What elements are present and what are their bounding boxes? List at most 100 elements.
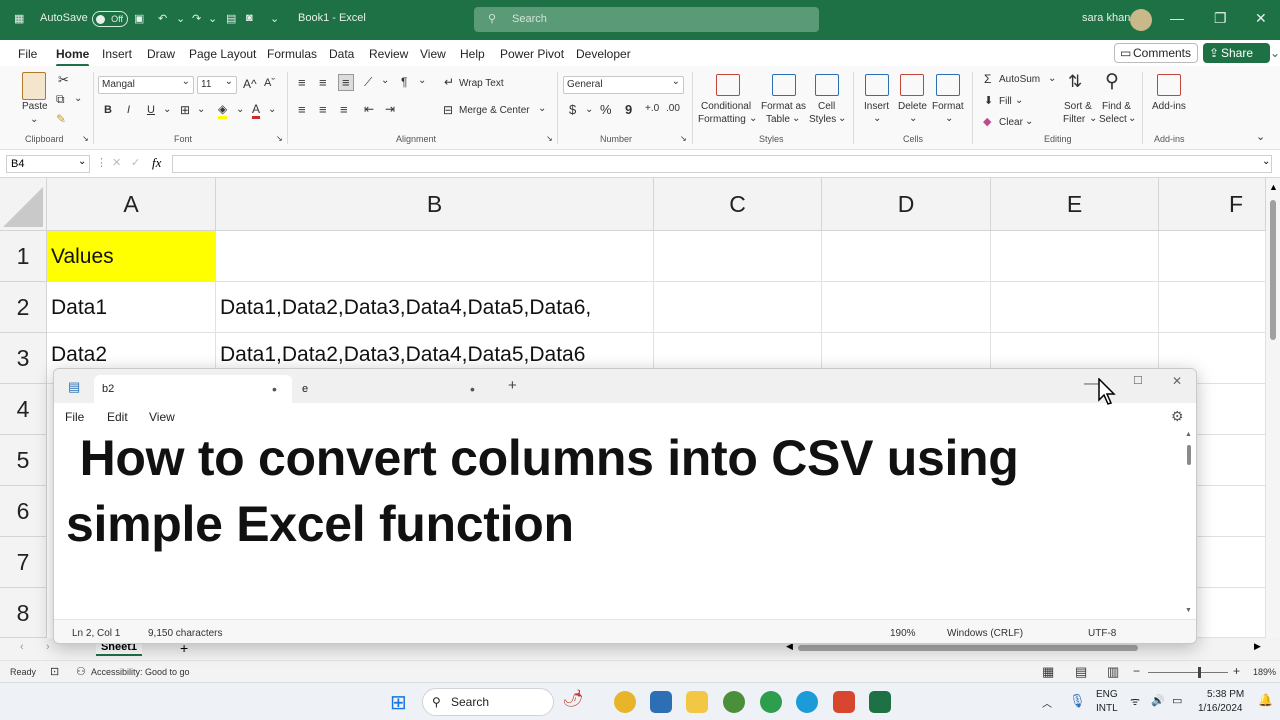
- tab-review[interactable]: Review: [369, 47, 408, 61]
- addins-icon[interactable]: [1157, 74, 1181, 96]
- next-sheet-icon[interactable]: ›: [46, 641, 50, 653]
- clear-button[interactable]: Clear: [999, 117, 1023, 128]
- cell-c2[interactable]: [654, 282, 822, 333]
- cell-f6[interactable]: [1197, 486, 1266, 537]
- conditional-formatting-button[interactable]: Conditional: [701, 101, 751, 112]
- conditional-dropdown-icon[interactable]: ⌄: [749, 113, 757, 124]
- column-header-d[interactable]: D: [822, 178, 991, 231]
- borders-icon[interactable]: ⊞: [180, 103, 190, 117]
- text-direction-icon[interactable]: ¶: [401, 75, 407, 89]
- fill-button[interactable]: Fill: [999, 96, 1012, 107]
- undo-dropdown-icon[interactable]: ⌄: [176, 12, 185, 25]
- format-as-table-icon[interactable]: [772, 74, 796, 96]
- cell-d2[interactable]: [822, 282, 991, 333]
- increase-font-icon[interactable]: A^: [243, 77, 257, 91]
- find-select-button-line2[interactable]: Select: [1099, 114, 1127, 125]
- vertical-scroll-thumb[interactable]: [1270, 200, 1276, 340]
- format-cells-button[interactable]: Format: [932, 101, 964, 112]
- tab-insert[interactable]: Insert: [102, 47, 132, 61]
- addins-button[interactable]: Add-ins: [1152, 101, 1186, 112]
- zoom-in-icon[interactable]: +: [1233, 664, 1240, 678]
- row-header-2[interactable]: 2: [0, 282, 47, 333]
- cell-styles-icon[interactable]: [815, 74, 839, 96]
- wifi-icon[interactable]: ᯤ: [1130, 694, 1140, 709]
- column-header-f[interactable]: F: [1159, 178, 1266, 231]
- zoom-level[interactable]: 189%: [1253, 667, 1276, 677]
- cell-styles-button-line2[interactable]: Styles: [809, 114, 836, 125]
- macro-record-icon[interactable]: ⊡: [50, 665, 59, 678]
- row-header-1[interactable]: 1: [0, 231, 47, 282]
- align-bottom-icon[interactable]: ≡: [338, 74, 354, 91]
- chrome-profile-icon[interactable]: [723, 691, 745, 713]
- column-header-b[interactable]: B: [216, 178, 654, 231]
- notepad-zoom[interactable]: 190%: [890, 628, 916, 639]
- paste-dropdown-icon[interactable]: ⌄: [30, 114, 38, 125]
- copy-icon[interactable]: ⧉: [56, 92, 65, 107]
- search-input[interactable]: ⚲ Search: [474, 7, 819, 32]
- cell-c1[interactable]: [654, 231, 822, 282]
- cell-d1[interactable]: [822, 231, 991, 282]
- underline-button[interactable]: U: [147, 104, 155, 116]
- currency-button[interactable]: $: [569, 102, 576, 117]
- notepad-close-icon[interactable]: ✕: [1172, 374, 1182, 388]
- redo-icon[interactable]: ↷: [192, 12, 201, 25]
- more-icon[interactable]: ⋮: [96, 156, 107, 169]
- decrease-font-icon[interactable]: Aˇ: [264, 77, 275, 89]
- user-name[interactable]: sara khan: [1082, 12, 1130, 24]
- accessibility-status[interactable]: Accessibility: Good to go: [91, 667, 190, 677]
- text-direction-dropdown-icon[interactable]: ⌄: [418, 75, 426, 86]
- cell-f4[interactable]: [1197, 384, 1266, 435]
- notepad-scroll-down-icon[interactable]: ▼: [1185, 607, 1192, 614]
- fill-color-dropdown-icon[interactable]: ⌄: [236, 104, 244, 115]
- recorder-app-icon[interactable]: [833, 691, 855, 713]
- find-select-button[interactable]: Find &: [1102, 101, 1131, 112]
- notepad-scroll-up-icon[interactable]: ▲: [1185, 431, 1192, 438]
- sort-filter-button-line2[interactable]: Filter: [1063, 114, 1085, 125]
- zoom-out-icon[interactable]: −: [1133, 664, 1140, 678]
- delete-cells-icon[interactable]: [900, 74, 924, 96]
- orientation-icon[interactable]: ⟋: [364, 75, 372, 90]
- column-header-e[interactable]: E: [991, 178, 1159, 231]
- notepad-taskbar-icon[interactable]: [650, 691, 672, 713]
- customize-qat-icon[interactable]: ⌄: [270, 12, 279, 25]
- italic-button[interactable]: I: [127, 104, 130, 116]
- number-format-select[interactable]: General: [563, 74, 684, 94]
- tab-draw[interactable]: Draw: [147, 47, 175, 61]
- notepad-menu-file[interactable]: File: [65, 410, 84, 424]
- chili-widget-icon[interactable]: 🌶: [562, 689, 584, 709]
- row-header-5[interactable]: 5: [0, 435, 47, 486]
- cell-f5[interactable]: [1197, 435, 1266, 486]
- column-header-c[interactable]: C: [654, 178, 822, 231]
- number-launcher-icon[interactable]: ↘: [680, 134, 687, 143]
- camera-icon[interactable]: ◙: [246, 12, 253, 24]
- percent-button[interactable]: %: [600, 102, 612, 117]
- horizontal-scroll-thumb[interactable]: [798, 645, 1138, 651]
- edge-icon[interactable]: [796, 691, 818, 713]
- insert-cells-icon[interactable]: [865, 74, 889, 96]
- align-center-icon[interactable]: ≡: [319, 102, 327, 117]
- row-header-4[interactable]: 4: [0, 384, 47, 435]
- unsaved-dot-icon[interactable]: •: [470, 375, 475, 403]
- line-ending[interactable]: Windows (CRLF): [947, 628, 1023, 639]
- scroll-up-icon[interactable]: ▲: [1269, 182, 1278, 192]
- tab-power-pivot[interactable]: Power Pivot: [500, 47, 564, 61]
- merge-center-button[interactable]: Merge & Center: [459, 105, 530, 116]
- file-explorer-icon[interactable]: [686, 691, 708, 713]
- cell-a2[interactable]: Data1: [47, 282, 216, 333]
- share-button[interactable]: ⇪ Share ⌄: [1203, 43, 1280, 63]
- decrease-indent-icon[interactable]: ⇤: [364, 102, 374, 116]
- clipboard-launcher-icon[interactable]: ↘: [82, 134, 89, 143]
- format-as-table-dropdown-icon[interactable]: ⌄: [792, 113, 800, 124]
- notifications-icon[interactable]: 🔔: [1258, 693, 1273, 707]
- format-as-table-button[interactable]: Format as: [761, 101, 806, 112]
- comments-button[interactable]: ▭ Comments: [1114, 43, 1198, 63]
- column-header-a[interactable]: A: [47, 178, 216, 231]
- tab-file[interactable]: File: [18, 47, 37, 61]
- tab-page-layout[interactable]: Page Layout: [189, 47, 256, 61]
- cell-f2[interactable]: [1159, 282, 1266, 333]
- increase-indent-icon[interactable]: ⇥: [385, 102, 395, 116]
- font-size-select[interactable]: 11: [197, 74, 237, 94]
- notepad-tab-e[interactable]: e •: [294, 375, 492, 403]
- encoding[interactable]: UTF-8: [1088, 628, 1116, 639]
- format-painter-icon[interactable]: ✎: [56, 112, 66, 126]
